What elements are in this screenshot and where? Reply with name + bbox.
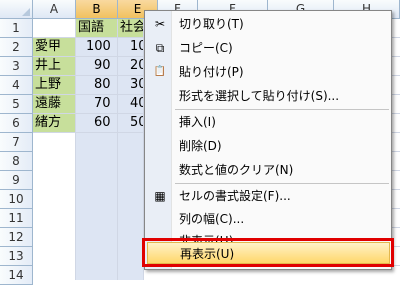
menu-item-label: 貼り付け(P) [179, 65, 244, 79]
cell-header-kokugo[interactable]: 国語 [76, 19, 118, 38]
column-header-b[interactable]: B [76, 0, 118, 19]
cell-shakai[interactable]: 50 [118, 114, 144, 133]
row-header[interactable]: 9 [0, 171, 33, 190]
menu-item-column-width[interactable]: 列の幅(C)... [147, 208, 390, 230]
context-menu: ✂ 切り取り(T) ⧉ コピー(C) 📋 貼り付け(P) 形式を選択して貼り付け… [144, 10, 392, 270]
cell-header-shakai[interactable]: 社会 [118, 19, 144, 38]
menu-item-label: 切り取り(T) [179, 17, 244, 31]
paste-icon: 📋 [153, 66, 167, 77]
menu-item-label: 形式を選択して貼り付け(S)... [179, 89, 340, 103]
cell-shakai[interactable]: 20 [118, 57, 144, 76]
cell-kokugo[interactable]: 80 [76, 76, 118, 95]
row-header[interactable]: 6 [0, 114, 33, 133]
row-header[interactable]: 12 [0, 228, 33, 247]
cell-name[interactable]: 遠藤 [33, 95, 76, 114]
menu-item-paste-special[interactable]: 形式を選択して貼り付け(S)... [147, 85, 390, 107]
row-header[interactable]: 7 [0, 133, 33, 152]
row-header[interactable]: 2 [0, 38, 33, 57]
menu-item-cut[interactable]: ✂ 切り取り(T) [147, 13, 390, 35]
menu-item-clear-contents[interactable]: 数式と値のクリア(N) [147, 159, 390, 181]
row-header[interactable]: 14 [0, 266, 33, 285]
cell-a1[interactable] [33, 19, 76, 38]
copy-icon: ⧉ [155, 41, 165, 55]
cell-shakai[interactable]: 40 [118, 95, 144, 114]
cell-name[interactable]: 緒方 [33, 114, 76, 133]
menu-item-label: セルの書式設定(F)... [179, 189, 291, 203]
menu-item-label: 挿入(I) [179, 115, 216, 129]
row-header[interactable]: 3 [0, 57, 33, 76]
cell-shakai[interactable]: 10 [118, 38, 144, 57]
menu-item-label: 削除(D) [179, 139, 222, 153]
cell-name[interactable]: 愛甲 [33, 38, 76, 57]
menu-item-label: 列の幅(C)... [179, 212, 245, 226]
menu-item-paste[interactable]: 📋 貼り付け(P) [147, 61, 390, 83]
row-header[interactable]: 4 [0, 76, 33, 95]
menu-separator [175, 109, 389, 110]
row-header[interactable]: 8 [0, 152, 33, 171]
row-header[interactable]: 5 [0, 95, 33, 114]
cell-shakai[interactable]: 30 [118, 76, 144, 95]
menu-separator [175, 183, 389, 184]
menu-item-delete[interactable]: 削除(D) [147, 135, 390, 157]
menu-item-insert[interactable]: 挿入(I) [147, 111, 390, 133]
row-header[interactable]: 1 [0, 19, 33, 38]
selected-column-b-area[interactable] [76, 133, 118, 280]
row-header[interactable]: 10 [0, 190, 33, 209]
highlight-annotation-box [142, 238, 394, 267]
empty-cells-column-a[interactable] [33, 133, 76, 280]
row-header[interactable]: 11 [0, 209, 33, 228]
cell-kokugo[interactable]: 70 [76, 95, 118, 114]
cell-kokugo[interactable]: 100 [76, 38, 118, 57]
row-header[interactable]: 13 [0, 247, 33, 266]
cell-kokugo[interactable]: 60 [76, 114, 118, 133]
select-all-corner[interactable] [0, 0, 33, 19]
menu-item-copy[interactable]: ⧉ コピー(C) [147, 37, 390, 59]
menu-item-format-cells[interactable]: ▦ セルの書式設定(F)... [147, 185, 390, 207]
menu-item-label: 数式と値のクリア(N) [179, 163, 294, 177]
column-header-a[interactable]: A [33, 0, 76, 19]
cell-name[interactable]: 井上 [33, 57, 76, 76]
selected-column-e-area[interactable] [118, 133, 144, 280]
format-cells-icon: ▦ [154, 189, 166, 203]
cell-name[interactable]: 上野 [33, 76, 76, 95]
menu-item-label: コピー(C) [179, 41, 233, 55]
cell-kokugo[interactable]: 90 [76, 57, 118, 76]
scissors-icon: ✂ [154, 17, 166, 31]
